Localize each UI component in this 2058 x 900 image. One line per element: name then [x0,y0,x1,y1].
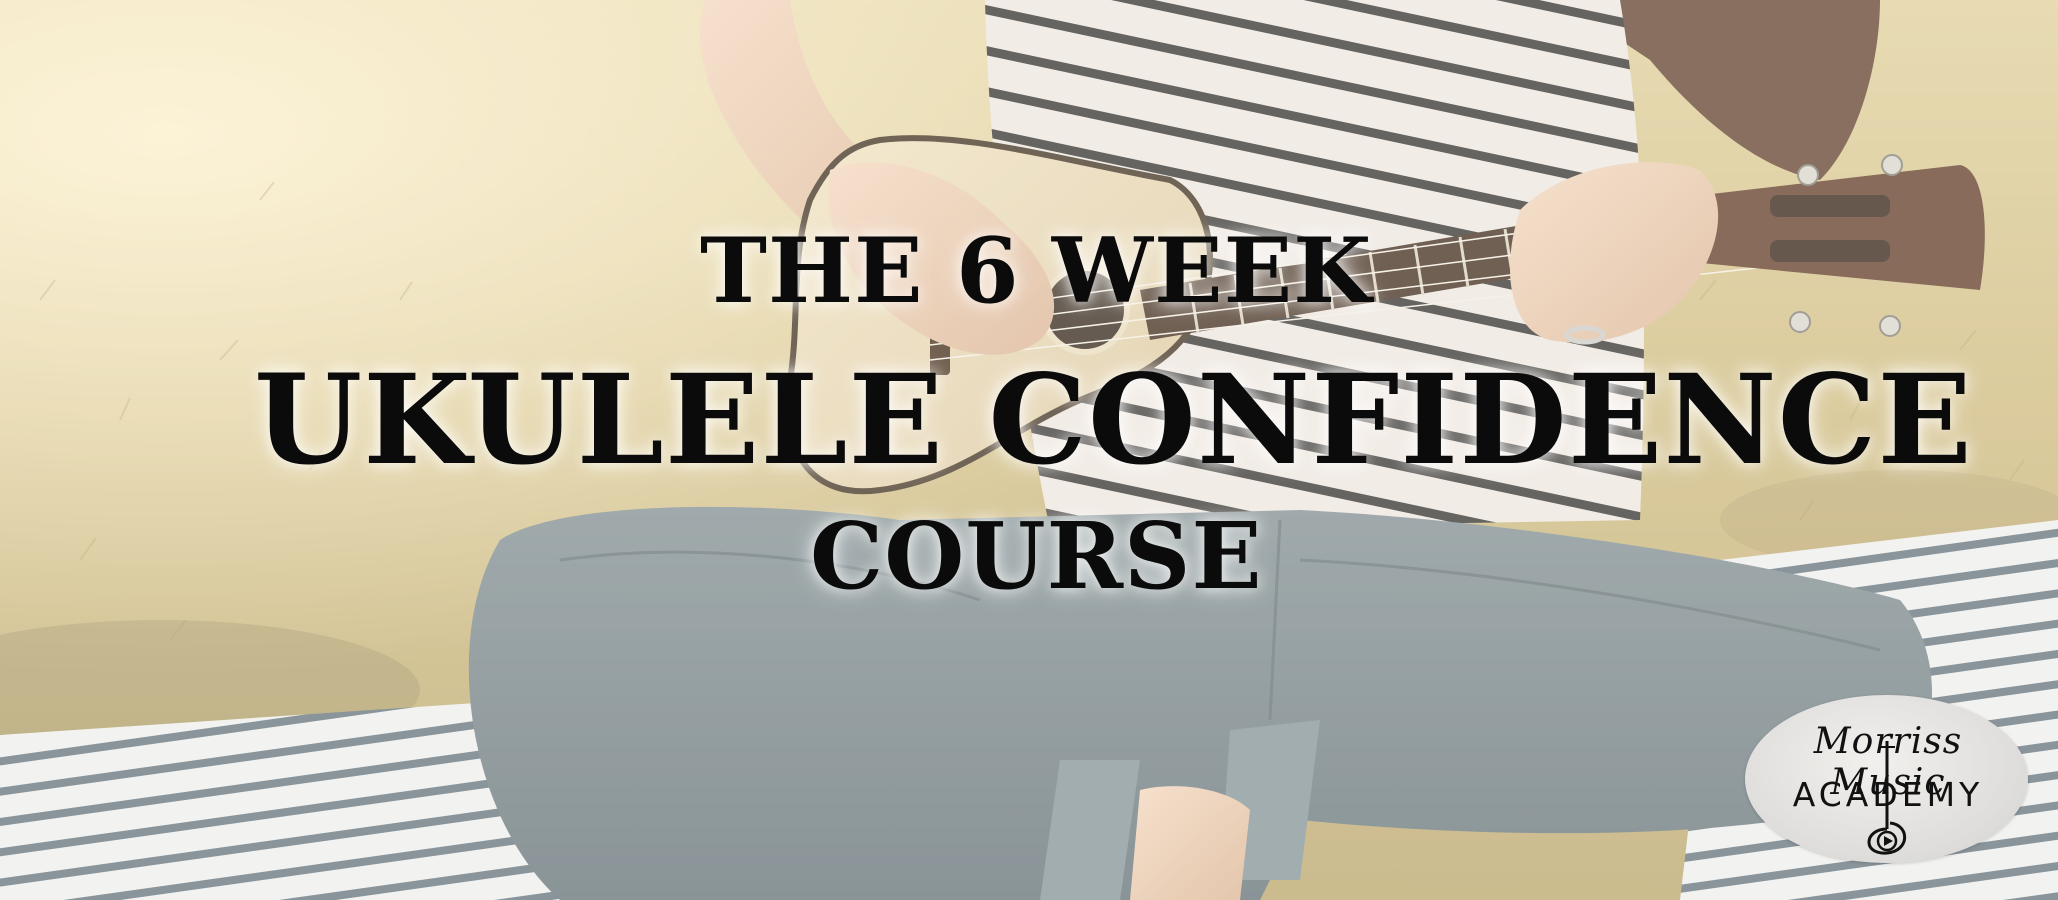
course-banner: THE 6 WEEK UKULELE CONFIDENCE COURSE Mor… [0,0,2058,900]
academy-logo[interactable]: Morriss Music ACADEMY [1745,695,2028,863]
logo-bottom-text: ACADEMY [1792,775,1984,814]
